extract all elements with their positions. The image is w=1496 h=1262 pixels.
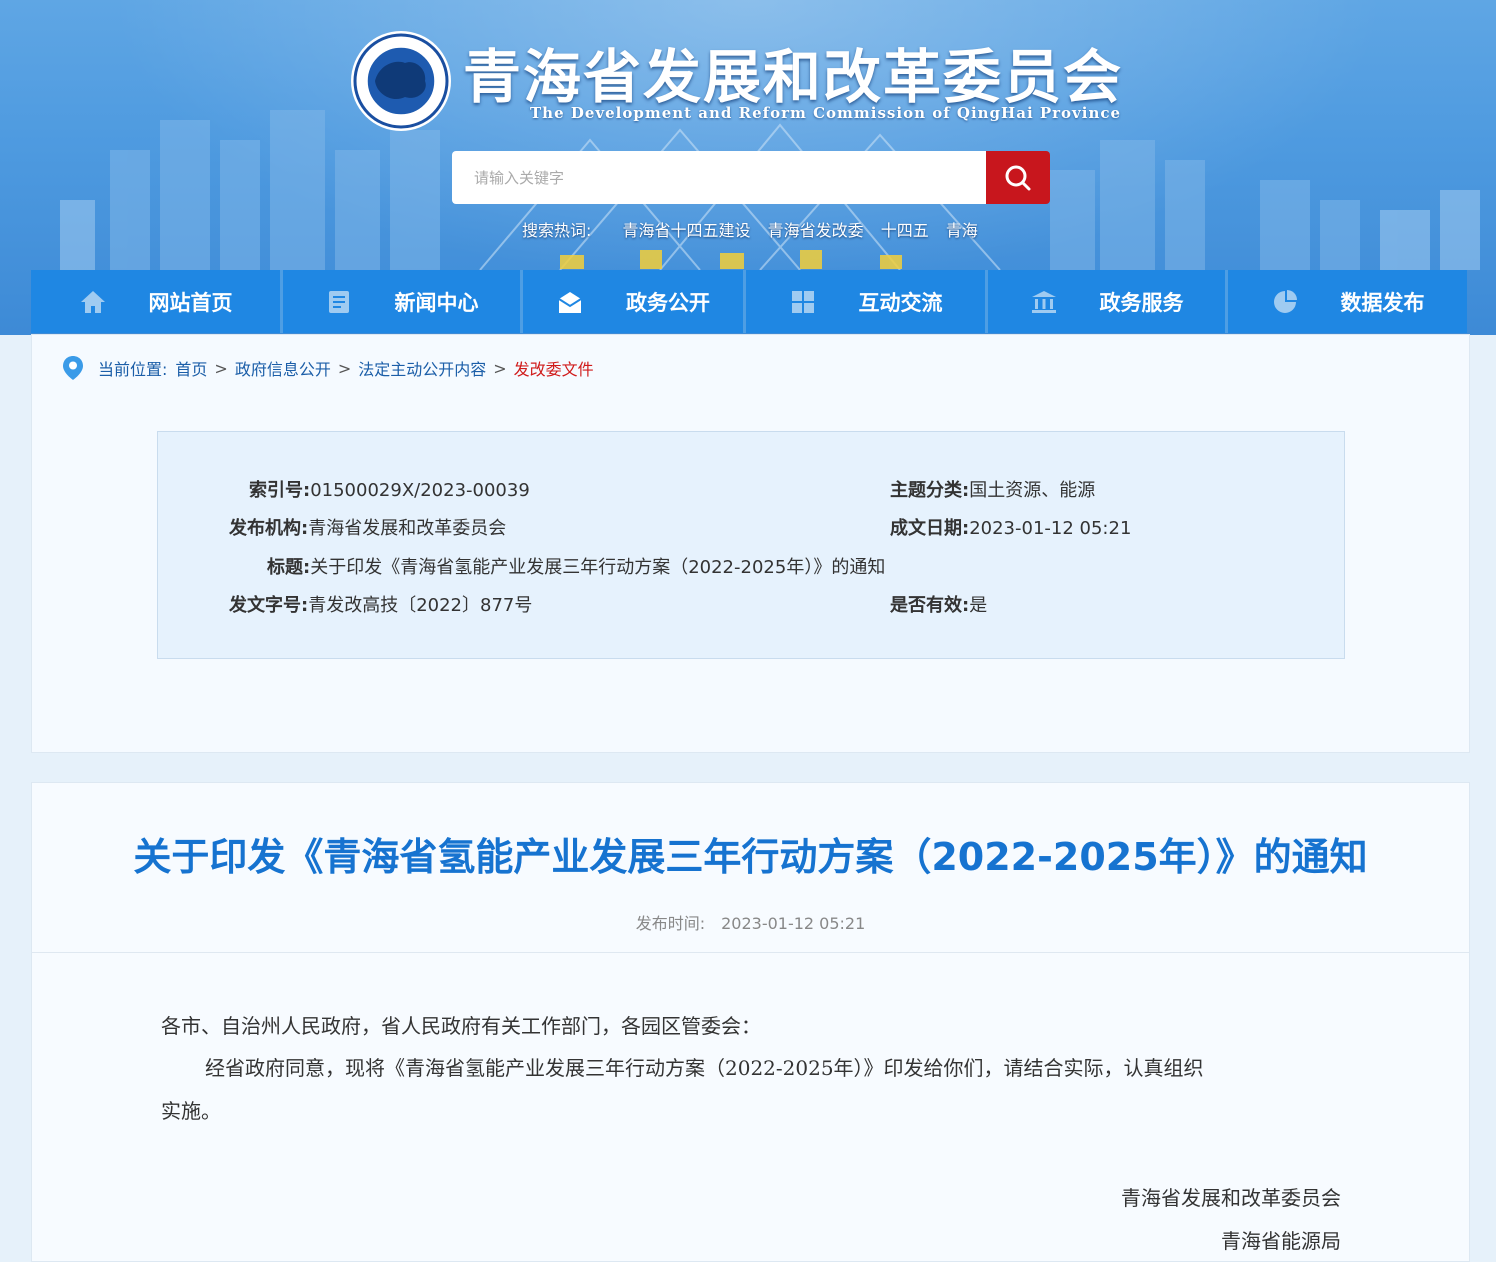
nav-label: 网站首页 <box>148 290 233 315</box>
meta-index-label: 索引号: <box>249 480 311 501</box>
pie-chart-icon <box>1271 288 1299 316</box>
article-paragraph-line: 实施。 <box>161 1099 221 1123</box>
hot-keyword-link[interactable]: 青海 <box>946 221 978 240</box>
meta-date-value: 2023-01-12 05:21 <box>969 518 1132 539</box>
breadcrumb-link-gov-info[interactable]: 政府信息公开 <box>235 356 331 380</box>
hot-keyword-link[interactable]: 十四五 <box>881 221 929 240</box>
search-icon <box>1005 165 1031 190</box>
article-publish-time: 发布时间: 2023-01-12 05:21 <box>31 910 1470 934</box>
breadcrumb-prefix: 当前位置: <box>98 360 168 379</box>
location-pin-icon <box>63 356 83 380</box>
breadcrumb: 当前位置: 首页 > 政府信息公开 > 法定主动公开内容 > 发改委文件 <box>62 355 594 381</box>
nav-item-news[interactable]: 新闻中心 <box>283 270 523 333</box>
nav-label: 政务服务 <box>1099 290 1184 315</box>
hot-keyword-link[interactable]: 青海省发改委 <box>768 221 864 240</box>
article-signature: 青海省发展和改革委员会 <box>1121 1186 1341 1210</box>
meta-docno-label: 发文字号: <box>229 595 309 616</box>
meta-org-label: 发布机构: <box>229 518 309 539</box>
site-title-en: The Development and Reform Commission of… <box>530 104 1122 122</box>
meta-docno-value: 青发改高技〔2022〕877号 <box>308 595 533 616</box>
breadcrumb-link-statutory[interactable]: 法定主动公开内容 <box>358 356 486 380</box>
breadcrumb-link-home[interactable]: 首页 <box>175 356 207 380</box>
breadcrumb-separator: > <box>214 358 228 378</box>
nav-item-data[interactable]: 数据发布 <box>1228 270 1467 333</box>
meta-valid-value: 是 <box>969 595 988 616</box>
bank-icon <box>1030 288 1058 316</box>
hot-keywords-label: 搜索热词: <box>522 221 592 240</box>
meta-topic-label: 主题分类: <box>890 480 970 501</box>
nav-item-gov-affairs[interactable]: 政务公开 <box>523 270 746 333</box>
article-signature: 青海省能源局 <box>1221 1229 1341 1253</box>
meta-valid: 是否有效:是 <box>890 591 987 617</box>
commission-emblem-logo <box>351 31 451 131</box>
breadcrumb-separator: > <box>493 358 507 378</box>
grid-icon <box>789 288 817 316</box>
site-title-cn: 青海省发展和改革委员会 <box>463 43 1124 111</box>
meta-index: 索引号:01500029X/2023-00039 <box>249 476 530 502</box>
meta-topic: 主题分类:国土资源、能源 <box>890 476 1095 502</box>
meta-title-value: 关于印发《青海省氢能产业发展三年行动方案（2022-2025年）》的通知 <box>310 557 886 578</box>
meta-docno: 发文字号:青发改高技〔2022〕877号 <box>229 591 532 617</box>
meta-org: 发布机构:青海省发展和改革委员会 <box>229 514 506 540</box>
hot-keyword-link[interactable]: 青海省十四五建设 <box>623 221 751 240</box>
nav-label: 政务公开 <box>626 290 710 315</box>
search-input[interactable] <box>452 151 987 204</box>
nav-item-interaction[interactable]: 互动交流 <box>746 270 988 333</box>
nav-item-home[interactable]: 网站首页 <box>31 270 283 333</box>
meta-topic-value: 国土资源、能源 <box>969 480 1096 501</box>
nav-label: 数据发布 <box>1340 290 1425 315</box>
meta-date-label: 成文日期: <box>890 518 970 539</box>
nav-label: 新闻中心 <box>394 290 479 315</box>
meta-date: 成文日期:2023-01-12 05:21 <box>890 514 1131 540</box>
meta-title: 标题:关于印发《青海省氢能产业发展三年行动方案（2022-2025年）》的通知 <box>267 553 885 579</box>
meta-org-value: 青海省发展和改革委员会 <box>308 518 507 539</box>
home-icon <box>79 288 107 316</box>
mailbox-icon <box>556 288 584 316</box>
publish-time-value: 2023-01-12 05:21 <box>721 914 866 933</box>
meta-valid-label: 是否有效: <box>890 595 970 616</box>
article-paragraph-line: 经省政府同意，现将《青海省氢能产业发展三年行动方案（2022-2025年）》印发… <box>205 1056 1204 1080</box>
nav-label: 互动交流 <box>858 290 943 315</box>
article-divider <box>32 952 1469 953</box>
article-title: 关于印发《青海省氢能产业发展三年行动方案（2022-2025年）》的通知 <box>133 835 1368 879</box>
search-button[interactable] <box>986 151 1050 204</box>
document-meta-card <box>157 431 1345 659</box>
breadcrumb-current[interactable]: 发改委文件 <box>514 356 594 380</box>
nav-item-services[interactable]: 政务服务 <box>988 270 1228 333</box>
article-salutation: 各市、自治州人民政府，省人民政府有关工作部门，各园区管委会： <box>161 1014 761 1038</box>
meta-title-label: 标题: <box>267 557 311 578</box>
publish-time-label: 发布时间: <box>635 914 706 933</box>
meta-index-value: 01500029X/2023-00039 <box>310 480 530 501</box>
breadcrumb-separator: > <box>337 358 352 378</box>
main-nav: 网站首页 新闻中心 政务公开 互动交流 政务服务 数据发布 <box>31 270 1467 333</box>
newspaper-icon <box>325 288 353 316</box>
hot-keywords-bar: 搜索热词: 青海省十四五建设 青海省发改委 十四五 青海 <box>522 217 990 241</box>
